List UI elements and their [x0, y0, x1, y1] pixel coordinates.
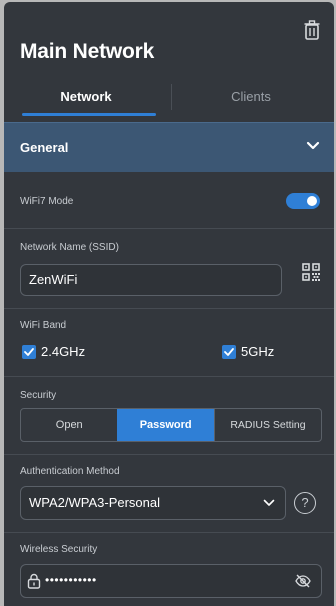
password-value: ••••••••••• [45, 573, 97, 587]
band-5ghz-checkbox[interactable]: 5GHz [222, 344, 274, 359]
wifi-band-label: WiFi Band [20, 320, 67, 331]
page-title: Main Network [20, 40, 155, 63]
band-24ghz-label: 2.4GHz [41, 344, 86, 359]
security-option-radius[interactable]: RADIUS Setting [213, 409, 321, 441]
tab-clients[interactable]: Clients [176, 82, 326, 116]
security-label: Security [20, 390, 57, 401]
qr-code-icon[interactable] [302, 263, 320, 281]
trash-icon[interactable] [304, 20, 320, 40]
band-5ghz-label: 5GHz [241, 344, 275, 359]
security-option-open[interactable]: Open [21, 409, 117, 441]
divider [4, 376, 334, 377]
chevron-down-icon [263, 499, 275, 506]
section-label: General [20, 140, 69, 155]
checkbox-checked-icon [22, 344, 36, 359]
general-section-header[interactable]: General [4, 122, 334, 172]
divider [4, 532, 334, 533]
tab-bar: Network Clients [4, 82, 334, 116]
security-option-password[interactable]: Password [117, 409, 214, 441]
wireless-security-label: Wireless Security [20, 544, 98, 555]
toggle-knob [307, 196, 317, 206]
network-settings-panel: Main Network Network Clients General WiF… [4, 2, 334, 606]
chevron-down-icon [306, 141, 320, 150]
eye-off-icon[interactable] [295, 574, 311, 588]
ssid-input[interactable]: ZenWiFi [20, 264, 282, 296]
tab-divider [171, 84, 172, 110]
help-icon[interactable]: ? [294, 492, 316, 514]
lock-icon [27, 573, 41, 589]
wifi7-mode-label: WiFi7 Mode [20, 196, 74, 207]
checkbox-checked-icon [222, 344, 236, 359]
divider [4, 454, 334, 455]
divider [4, 308, 334, 309]
auth-method-value: WPA2/WPA3-Personal [29, 495, 161, 510]
wifi7-mode-toggle[interactable] [286, 193, 320, 209]
tab-network[interactable]: Network [16, 82, 156, 116]
band-24ghz-checkbox[interactable]: 2.4GHz [22, 344, 85, 359]
wireless-password-input[interactable]: ••••••••••• [20, 564, 322, 598]
auth-method-select[interactable]: WPA2/WPA3-Personal [20, 486, 286, 520]
ssid-label: Network Name (SSID) [20, 242, 119, 253]
auth-method-label: Authentication Method [20, 466, 120, 477]
divider [4, 228, 334, 229]
security-segmented-control: Open Password RADIUS Setting [20, 408, 322, 442]
